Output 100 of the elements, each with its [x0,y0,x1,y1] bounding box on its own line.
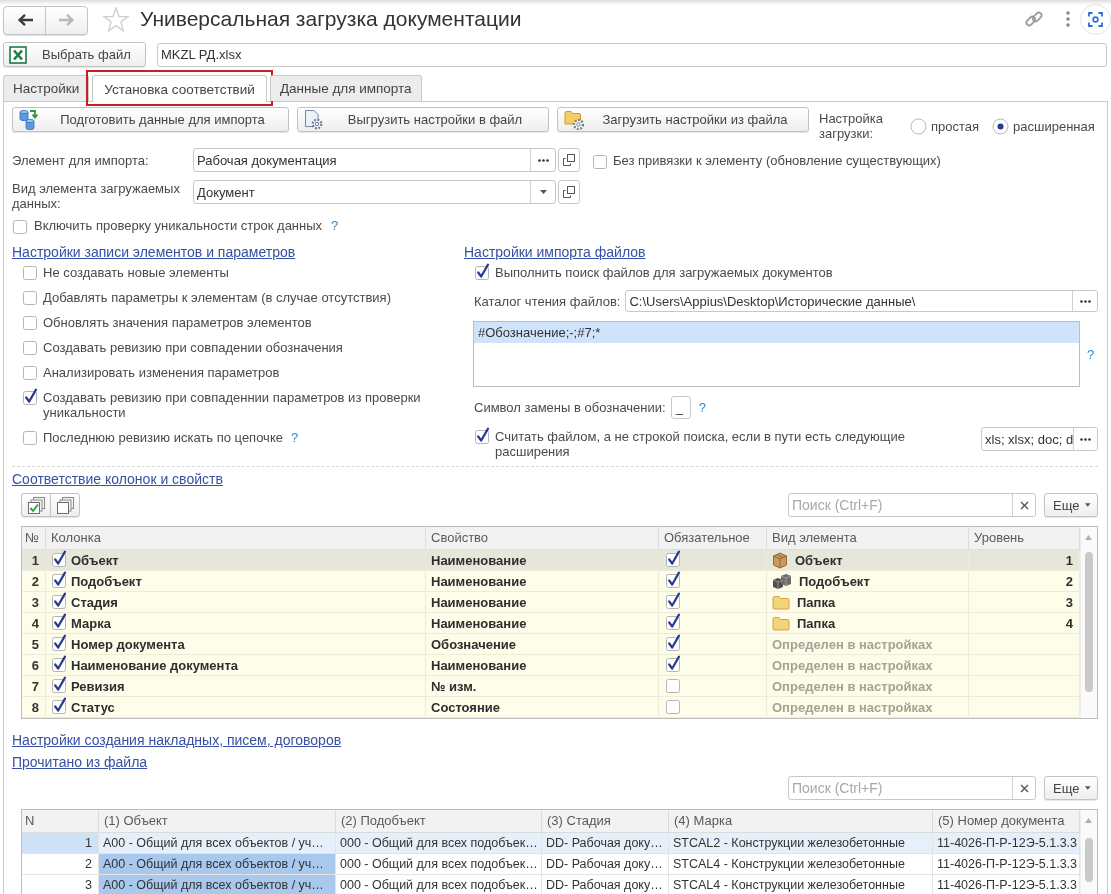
input-field[interactable]: xls; xlsx; doc; d [981,427,1098,451]
scrollbar[interactable] [1080,527,1097,718]
checkbox[interactable] [51,613,67,630]
list-item[interactable]: #Обозначение;-;#7;* [474,322,1079,343]
table-cell[interactable]: 000 - Общий для всех подобъек… [336,875,542,894]
table-row[interactable]: 6 Наименование документа Наименование Определен в настройках [22,655,1080,676]
table-cell[interactable]: A00 - Общий для всех объектов / уч… [99,875,336,894]
choose-file-button[interactable]: Выбрать файл [3,42,146,67]
help-link[interactable]: ? [698,400,706,415]
tab[interactable]: Установка соответствий [92,75,267,102]
column-header[interactable]: (2) Подобъект [336,810,542,832]
table-cell[interactable]: STCAL4 - Конструкции железобетонные [669,854,933,874]
tab[interactable]: Настройки [3,75,90,101]
table-row[interactable]: 1 A00 - Общий для всех объектов / уч… 000 - Общий для всех подобъек… DD- Рабочая доку… STCAL2 - Конструкции железобетонные 11-4026-П-Р-12Э-5.1.3.3 [22,833,1080,854]
choose-button[interactable] [1073,428,1097,450]
checkbox[interactable] [22,428,38,445]
back-button[interactable] [3,5,46,35]
input-field[interactable]: C:\Users\Appius\Desktop\Исторические данные\ [625,290,1098,312]
table-cell[interactable]: A00 - Общий для всех объектов / уч… [99,833,336,853]
table-cell[interactable]: DD- Рабочая доку… [542,854,669,874]
capture-icon[interactable] [1080,3,1111,35]
table-row[interactable]: 1 Объект Наименование Объект 1 [22,550,1080,571]
table-cell[interactable]: DD- Рабочая доку… [542,875,669,894]
column-header[interactable]: (1) Объект [99,810,336,832]
checkbox[interactable] [665,697,681,714]
checkbox[interactable] [665,550,681,567]
clear-button[interactable] [1012,494,1035,516]
clear-button[interactable] [1012,777,1035,799]
open-button[interactable] [558,148,580,172]
checkbox[interactable] [22,313,38,330]
column-header[interactable]: Обязательное [659,527,767,549]
column-header[interactable]: N [22,810,99,832]
more-icon[interactable] [1066,11,1070,27]
link-icon[interactable] [1024,9,1044,29]
checkbox[interactable] [51,550,67,567]
checkbox[interactable] [51,655,67,672]
action-button[interactable]: Загрузить настройки из файла [557,107,809,132]
scrollbar[interactable] [1080,810,1097,894]
checkbox[interactable] [22,363,38,380]
star-icon[interactable] [103,6,129,32]
column-header[interactable]: Колонка [46,527,426,549]
select-field[interactable]: Документ [193,180,556,204]
choose-button[interactable] [1072,291,1097,311]
section-link[interactable]: Настройки записи элементов и параметров [12,243,296,261]
table-row[interactable]: 5 Номер документа Обозначение Определен в настройках [22,634,1080,655]
table-row[interactable]: 7 Ревизия № изм. Определен в настройках [22,676,1080,697]
table-row[interactable]: 2 A00 - Общий для всех объектов / уч… 000 - Общий для всех подобъек… DD- Рабочая доку… STCAL4 - Конструкции железобетонные 11-4026-П-Р-12Э-5.1.3.3 [22,854,1080,875]
input-field[interactable]: Рабочая документация [193,148,556,172]
help-link[interactable]: ? [331,217,339,233]
checkbox[interactable] [665,592,681,609]
action-button[interactable]: Подготовить данные для импорта [12,107,289,132]
pattern-list[interactable]: #Обозначение;-;#7;* [473,321,1080,387]
radio-button[interactable] [992,117,1010,135]
uncheck-all-button[interactable] [50,493,80,517]
checkbox[interactable] [51,634,67,651]
checkbox[interactable] [51,697,67,714]
section-link[interactable]: Настройки импорта файлов [464,243,646,261]
checkbox[interactable] [22,338,38,355]
choose-button[interactable] [530,149,555,171]
dropdown-button[interactable] [530,181,555,203]
table-row[interactable]: 3 Стадия Наименование Папка 3 [22,592,1080,613]
column-header[interactable]: Свойство [426,527,659,549]
table-cell[interactable]: STCAL4 - Конструкции железобетонные [669,875,933,894]
radio-button[interactable] [910,117,927,135]
scrollbar-thumb[interactable] [1085,838,1093,882]
checkbox[interactable] [51,676,67,693]
action-button[interactable]: Выгрузить настройки в файл [297,107,549,132]
checkbox[interactable] [665,613,681,630]
column-header[interactable]: № [22,527,46,549]
help-link[interactable]: ? [290,430,299,445]
section-link[interactable]: Прочитано из файла [12,753,148,771]
section-link[interactable]: Настройки создания накладных, писем, договоров [12,731,342,749]
column-header[interactable]: Вид элемента [767,527,969,549]
table-cell[interactable]: A00 - Общий для всех объектов / уч… [99,854,336,874]
scrollbar-thumb[interactable] [1085,552,1093,692]
checkbox[interactable] [474,263,490,280]
table-cell[interactable]: DD- Рабочая доку… [542,833,669,853]
column-header[interactable]: (3) Стадия [542,810,669,832]
open-button[interactable] [558,180,580,204]
checkbox[interactable] [665,571,681,588]
help-link[interactable]: ? [1087,346,1095,362]
checkbox[interactable] [474,427,490,444]
more-button[interactable]: Еще [1044,493,1098,517]
table-row[interactable]: 4 Марка Наименование Папка 4 [22,613,1080,634]
column-header[interactable]: (4) Марка [669,810,933,832]
section-link[interactable]: Соответствие колонок и свойств [12,470,223,488]
table-row[interactable]: 2 Подобъект Наименование Подобъект 2 [22,571,1080,592]
checkbox[interactable] [22,263,38,280]
table-cell[interactable]: 000 - Общий для всех подобъек… [336,833,542,853]
checkbox[interactable] [51,592,67,609]
table-row[interactable]: 8 Статус Состояние Определен в настройках [22,697,1080,718]
more-button[interactable]: Еще [1044,776,1098,800]
checkbox[interactable] [51,571,67,588]
checkbox[interactable] [665,634,681,651]
file-path-field[interactable]: MKZL РД.xlsx [157,42,1107,67]
table-cell[interactable]: STCAL2 - Конструкции железобетонные [669,833,933,853]
checkbox[interactable] [665,676,681,693]
input-field[interactable]: _ [670,396,691,419]
check-all-button[interactable] [21,493,51,517]
checkbox[interactable] [22,288,38,305]
